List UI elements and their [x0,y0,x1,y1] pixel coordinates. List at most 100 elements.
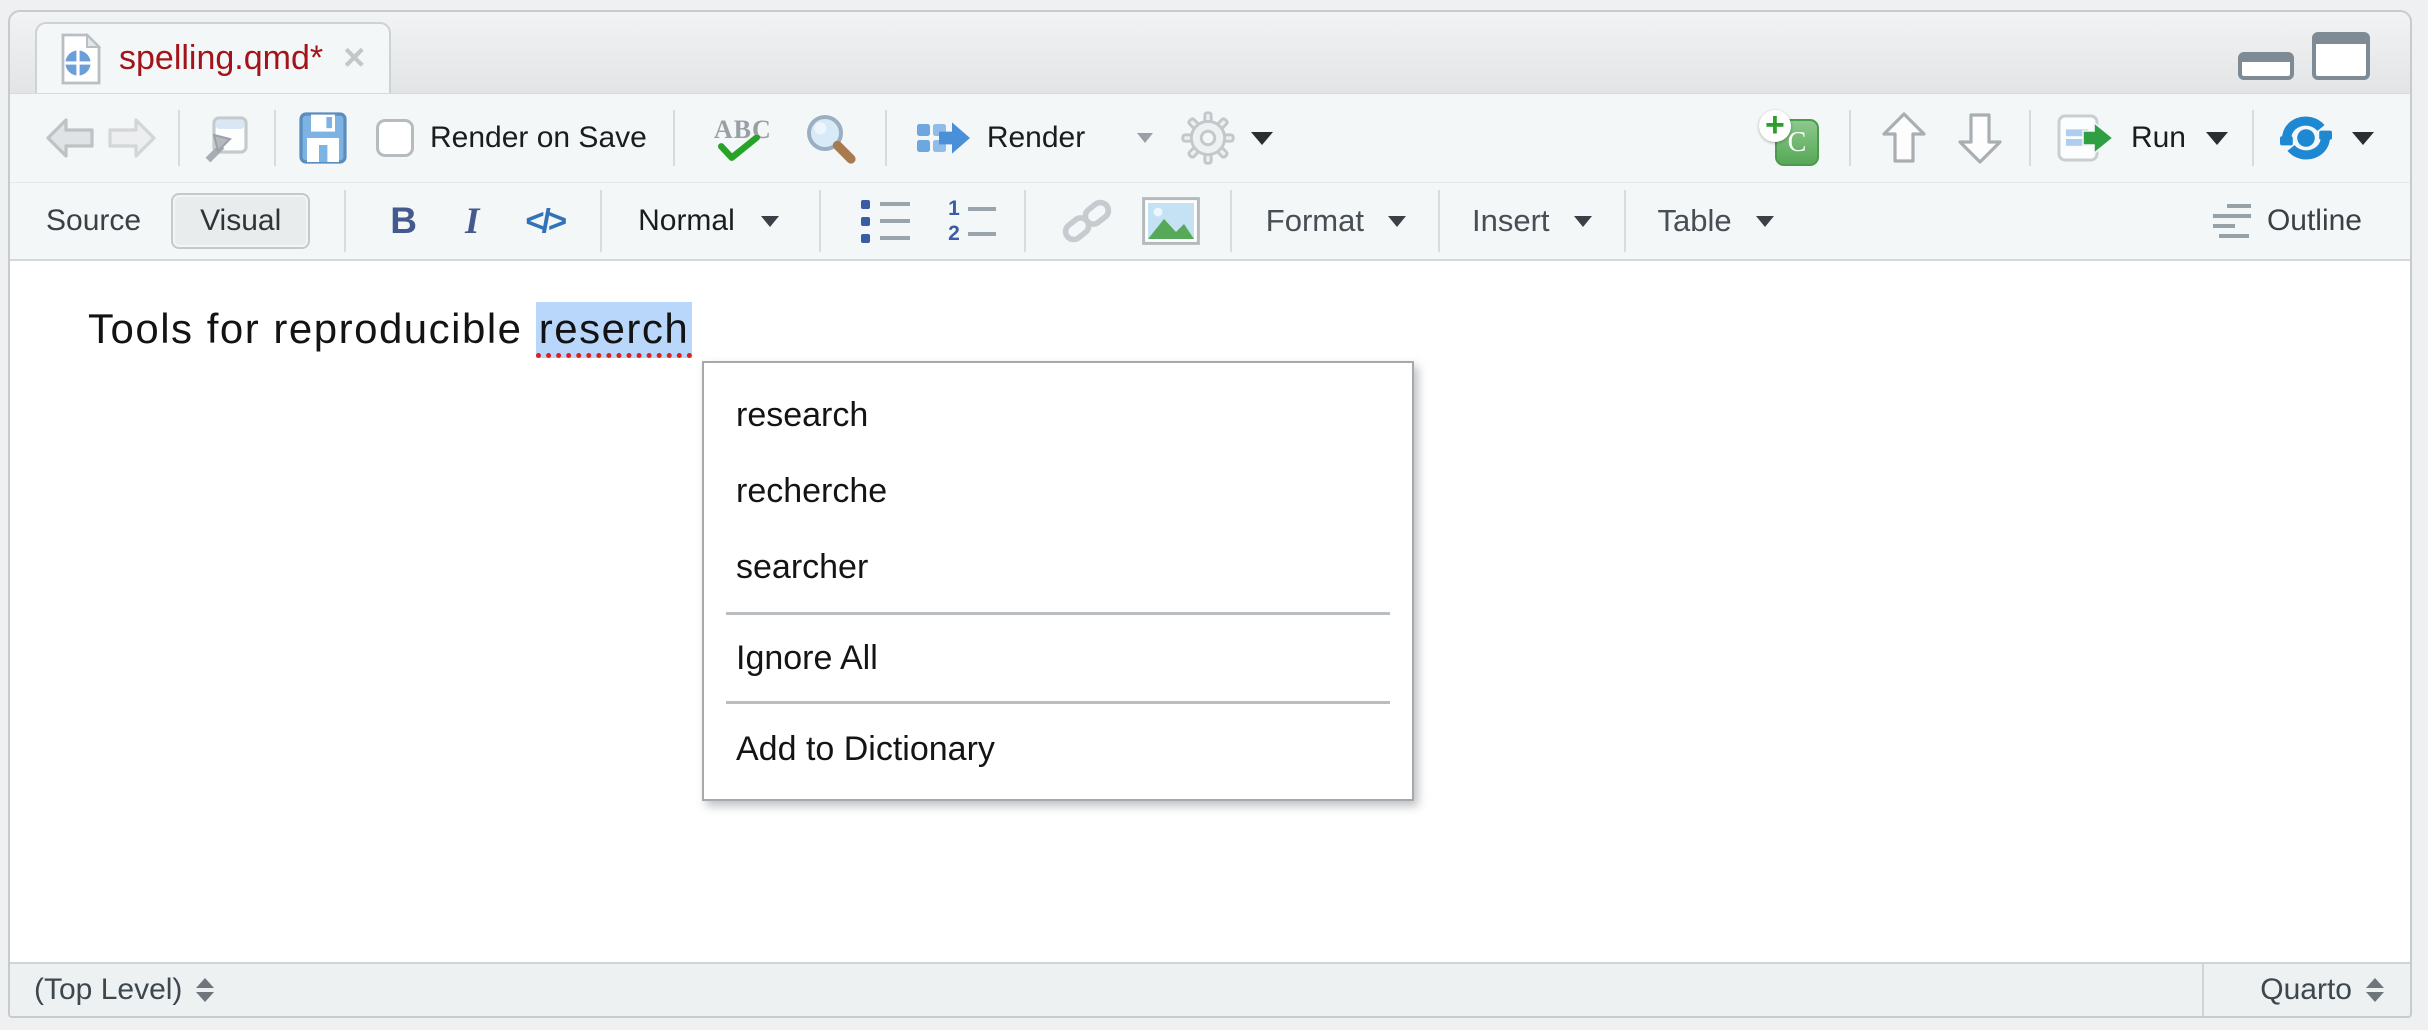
code-button[interactable]: </> [525,202,564,240]
spellcheck-check-icon [718,135,760,161]
forward-arrow-icon [104,114,160,162]
insert-menu-label: Insert [1472,203,1550,239]
go-to-previous-section-button[interactable] [1881,111,1927,165]
insert-chunk-button[interactable]: C + [1759,110,1819,166]
main-toolbar: Render on Save ABC Render [10,94,2410,182]
image-button[interactable] [1142,197,1200,245]
toolbar-separator [274,110,276,166]
gear-icon [1181,111,1235,165]
language-mode-selector[interactable]: Quarto [2202,964,2410,1016]
toolbar-separator [2252,110,2254,166]
render-label: Render [987,121,1085,155]
gear-dropdown-icon[interactable] [1251,132,1273,145]
search-icon [803,111,857,165]
list-digit: 1 [942,198,960,219]
format-dropdown-icon [1388,216,1406,227]
image-icon [1142,197,1200,245]
outline-icon [2213,204,2251,238]
editor-status-bar: (Top Level) Quarto [10,962,2410,1016]
link-button[interactable] [1058,197,1116,245]
back-button[interactable] [42,114,98,162]
toolbar-separator [819,190,821,252]
misspelled-word-selection[interactable]: reserch [536,302,693,358]
back-arrow-icon [42,114,98,162]
source-editor-pane: spelling.qmd* × [8,10,2412,1018]
run-dropdown-icon[interactable] [2206,132,2228,145]
menu-separator [726,701,1390,704]
render-on-save-checkbox[interactable] [376,119,414,157]
menu-separator [726,612,1390,615]
run-icon [2057,113,2119,163]
open-in-new-window-button[interactable] [200,112,252,164]
link-icon [1058,197,1116,245]
source-mode-button[interactable]: Source [46,204,141,238]
toolbar-separator [2029,110,2031,166]
rerun-dropdown-icon[interactable] [2352,132,2374,145]
tab-title: spelling.qmd* [119,39,323,78]
document-editor[interactable]: Tools for reproducible reserch research … [10,261,2410,962]
insert-menu[interactable]: Insert [1472,203,1592,239]
minimize-pane-icon[interactable] [2238,52,2294,80]
format-menu[interactable]: Format [1266,203,1406,239]
paragraph-style-value: Normal [638,204,735,238]
render-button[interactable]: Render [915,114,1153,162]
go-to-next-section-button[interactable] [1957,111,2003,165]
rerun-button[interactable] [2278,113,2374,163]
format-menu-label: Format [1266,203,1364,239]
bullet-dot-icon [861,200,870,209]
toolbar-separator [1024,190,1026,252]
find-replace-button[interactable] [803,111,857,165]
outline-toggle-button[interactable]: Outline [2213,204,2362,238]
scope-selector[interactable]: (Top Level) [10,973,214,1007]
bullet-list-button[interactable] [861,200,910,243]
italic-button[interactable]: I [465,200,479,243]
toolbar-separator [344,190,346,252]
outline-label: Outline [2267,204,2362,238]
numbered-list-button[interactable]: 1 2 [942,198,996,244]
suggestion-item[interactable]: searcher [704,529,1412,605]
maximize-pane-icon[interactable] [2312,32,2370,80]
paragraph-style-dropdown[interactable]: Normal [638,204,779,238]
popout-window-icon [200,112,252,164]
toolbar-separator [600,190,602,252]
render-options-button[interactable] [1181,111,1273,165]
up-arrow-icon [1881,111,1927,165]
toolbar-separator [1230,190,1232,252]
visual-mode-button[interactable]: Visual [171,193,310,249]
scope-label: (Top Level) [34,973,182,1007]
toolbar-separator [885,110,887,166]
render-on-save-label[interactable]: Render on Save [430,121,647,155]
list-digit: 2 [942,223,960,244]
render-dropdown-icon[interactable] [1137,133,1153,143]
add-to-dictionary-item[interactable]: Add to Dictionary [704,711,1412,787]
toolbar-separator [178,110,180,166]
tab-spelling-qmd[interactable]: spelling.qmd* × [35,22,391,93]
tab-close-icon[interactable]: × [343,43,365,73]
render-icon [915,114,973,162]
language-mode-label: Quarto [2260,973,2352,1007]
toolbar-separator [1438,190,1440,252]
rerun-icon [2278,113,2334,163]
insert-dropdown-icon [1574,216,1592,227]
save-icon [298,111,348,165]
save-button[interactable] [298,111,348,165]
pane-window-controls [2238,32,2370,80]
suggestion-item[interactable]: research [704,377,1412,453]
ignore-all-item[interactable]: Ignore All [704,622,1412,694]
document-paragraph[interactable]: Tools for reproducible reserch [88,305,692,353]
run-label: Run [2131,121,2186,155]
suggestion-item[interactable]: recherche [704,453,1412,529]
scope-updown-icon [196,978,214,1002]
quarto-file-icon [59,33,103,85]
table-menu-label: Table [1658,203,1732,239]
toolbar-separator [1624,190,1626,252]
run-button[interactable]: Run [2057,113,2228,163]
chunk-plus-icon: + [1759,110,1791,142]
mode-updown-icon [2366,978,2384,1002]
toolbar-separator [1849,110,1851,166]
forward-button[interactable] [104,114,160,162]
toolbar-separator [673,110,675,166]
table-menu[interactable]: Table [1658,203,1774,239]
bold-button[interactable]: B [390,200,417,242]
spellcheck-button[interactable]: ABC [703,115,783,161]
